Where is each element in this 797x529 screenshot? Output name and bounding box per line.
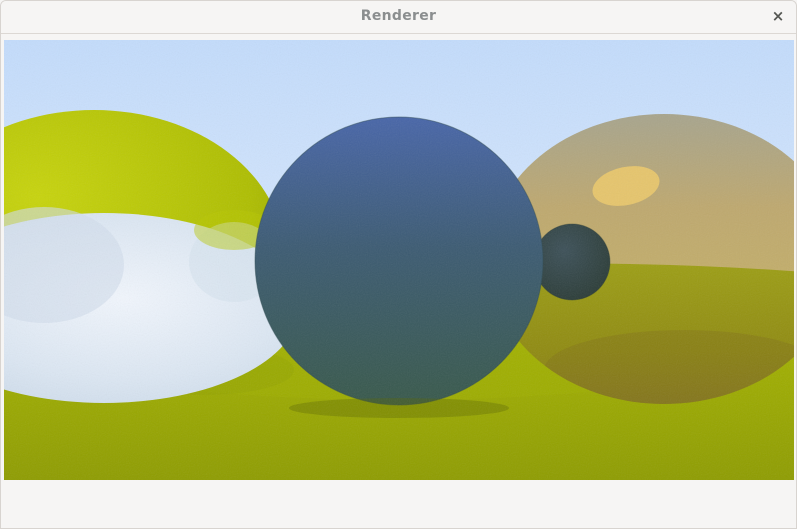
renderer-window: Renderer × — [0, 0, 797, 529]
close-button[interactable]: × — [766, 5, 790, 29]
window-title: Renderer — [360, 8, 437, 24]
render-canvas — [4, 40, 794, 480]
render-noise — [4, 40, 794, 480]
title-bar[interactable]: Renderer × — [1, 1, 796, 34]
close-icon: × — [771, 7, 785, 25]
rendered-scene-image — [4, 40, 794, 480]
